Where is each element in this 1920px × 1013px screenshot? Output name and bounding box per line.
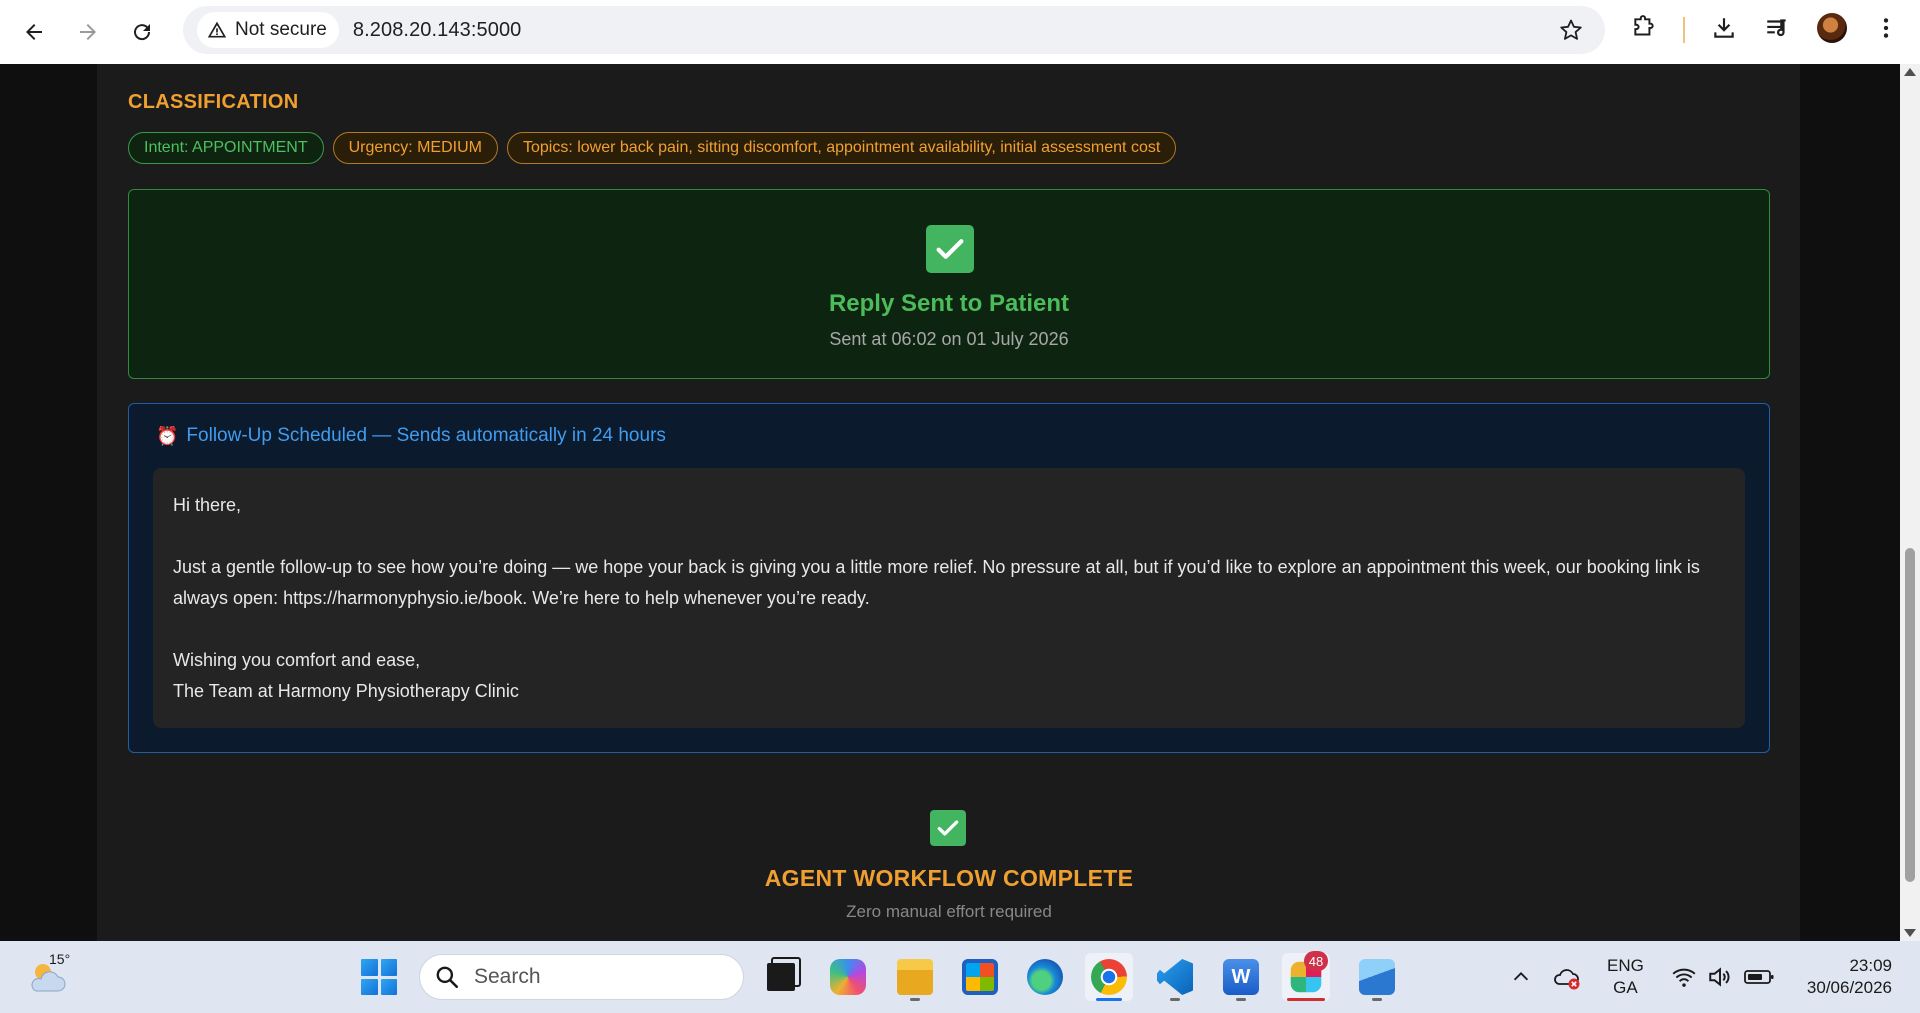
running-indicator (1170, 998, 1180, 1001)
followup-message: Hi there, Just a gentle follow-up to see… (153, 468, 1745, 728)
wifi-icon (1672, 968, 1696, 987)
back-button[interactable] (14, 12, 54, 52)
onedrive-status[interactable] (1543, 953, 1591, 1001)
security-indicator[interactable]: Not secure (197, 12, 339, 48)
puzzle-icon (1634, 15, 1654, 36)
windows-taskbar: 15° Search W 48 ENG GA 23:09 30/06/2026 (0, 941, 1920, 1013)
copilot-app[interactable] (824, 953, 872, 1001)
show-hidden-icons-button[interactable] (1497, 953, 1545, 1001)
followup-panel: ⏰ Follow-Up Scheduled — Sends automatica… (128, 403, 1770, 753)
arrow-right-icon (80, 24, 96, 40)
keyboard-layout: GA (1613, 978, 1638, 997)
alarm-clock-icon: ⏰ (156, 425, 179, 446)
chevron-up-icon (1513, 972, 1529, 981)
warning-icon (207, 21, 227, 38)
download-icon (1714, 18, 1734, 38)
downloads-button[interactable] (1710, 14, 1738, 42)
vscode-icon (1157, 959, 1193, 995)
clock-time: 23:09 (1849, 956, 1892, 975)
toolbar-separator (1683, 17, 1685, 43)
task-view-icon (767, 963, 795, 991)
running-indicator (1372, 998, 1382, 1001)
store-icon (962, 959, 998, 995)
running-indicator (1236, 998, 1246, 1001)
input-language[interactable]: ENG GA (1607, 955, 1644, 999)
check-mark-icon (926, 225, 974, 273)
address-bar[interactable]: Not secure 8.208.20.143:5000 (183, 6, 1605, 54)
scrollbar-thumb[interactable] (1905, 548, 1915, 882)
message-body: Just a gentle follow-up to see how you’r… (173, 557, 1700, 608)
photos-app[interactable] (1353, 953, 1401, 1001)
vscode-app[interactable] (1151, 953, 1199, 1001)
battery-status[interactable] (1735, 953, 1783, 1001)
search-placeholder: Search (474, 965, 541, 988)
notification-badge: 48 (1304, 951, 1328, 971)
photos-icon (1359, 959, 1395, 995)
intent-chip: Intent: APPOINTMENT (128, 132, 324, 164)
workflow-complete-subtitle: Zero manual effort required (846, 902, 1052, 921)
microsoft-store-app[interactable] (956, 953, 1004, 1001)
browser-toolbar: Not secure 8.208.20.143:5000 (0, 0, 1920, 64)
url-text[interactable]: 8.208.20.143:5000 (353, 19, 522, 42)
slack-app[interactable]: 48 (1282, 951, 1330, 1001)
start-button[interactable] (361, 959, 397, 995)
running-indicator (910, 998, 920, 1001)
edge-icon (1027, 959, 1063, 995)
reply-sent-timestamp: Sent at 06:02 on 01 July 2026 (829, 329, 1069, 349)
arrow-left-icon (26, 24, 42, 40)
page-viewport: CLASSIFICATION Intent: APPOINTMENT Urgen… (0, 64, 1920, 941)
security-label: Not secure (235, 19, 327, 40)
scroll-down-arrow-icon[interactable] (1904, 929, 1916, 937)
system-clock[interactable]: 23:09 30/06/2026 (1797, 955, 1892, 999)
more-vertical-icon (1883, 18, 1889, 38)
followup-heading-row: ⏰ Follow-Up Scheduled — Sends automatica… (156, 425, 666, 447)
reply-sent-title: Reply Sent to Patient (828, 290, 1070, 317)
media-controls-button[interactable] (1763, 14, 1791, 42)
bookmark-star-icon[interactable] (1559, 18, 1583, 42)
active-indicator (1096, 998, 1122, 1001)
folder-icon (897, 959, 933, 995)
complete-check-icon (930, 810, 966, 846)
language-code: ENG (1607, 956, 1644, 975)
reload-button[interactable] (122, 12, 162, 52)
battery-icon (1744, 970, 1774, 984)
clock-date: 30/06/2026 (1806, 978, 1892, 997)
message-signature: The Team at Harmony Physiotherapy Clinic (173, 681, 519, 701)
copilot-icon (830, 959, 866, 995)
classification-chips: Intent: APPOINTMENT Urgency: MEDIUM Topi… (128, 132, 1177, 164)
workflow-complete-title: AGENT WORKFLOW COMPLETE (764, 865, 1134, 891)
scroll-up-arrow-icon[interactable] (1904, 68, 1916, 76)
attention-indicator (1287, 998, 1325, 1001)
task-view-app[interactable] (757, 953, 805, 1001)
file-explorer-app[interactable] (891, 953, 939, 1001)
extensions-button[interactable] (1630, 14, 1658, 42)
word-app[interactable]: W (1217, 953, 1265, 1001)
chrome-icon (1091, 959, 1127, 995)
taskbar-search[interactable]: Search (419, 954, 744, 1000)
profile-avatar[interactable] (1817, 13, 1847, 43)
vertical-scrollbar[interactable] (1900, 64, 1920, 941)
playlist-icon (1767, 19, 1786, 37)
word-icon: W (1223, 959, 1259, 995)
forward-button[interactable] (68, 12, 108, 52)
browser-menu-button[interactable] (1872, 14, 1900, 42)
reply-sent-panel: Reply Sent to Patient Sent at 06:02 on 0… (128, 189, 1770, 379)
cloud-error-icon (1554, 969, 1580, 990)
search-icon (436, 966, 459, 989)
edge-app[interactable] (1021, 953, 1069, 1001)
urgency-chip: Urgency: MEDIUM (332, 132, 498, 164)
weather-temperature: 15° (49, 951, 71, 967)
topics-chip: Topics: lower back pain, sitting discomf… (506, 132, 1177, 164)
chrome-app[interactable] (1085, 953, 1133, 1001)
reload-icon (134, 24, 151, 41)
classification-heading: CLASSIFICATION (128, 91, 299, 113)
message-greeting: Hi there, (173, 495, 242, 515)
speaker-icon (1709, 967, 1730, 987)
message-signoff: Wishing you comfort and ease, (173, 650, 421, 670)
followup-heading: Follow-Up Scheduled — Sends automaticall… (186, 425, 666, 446)
